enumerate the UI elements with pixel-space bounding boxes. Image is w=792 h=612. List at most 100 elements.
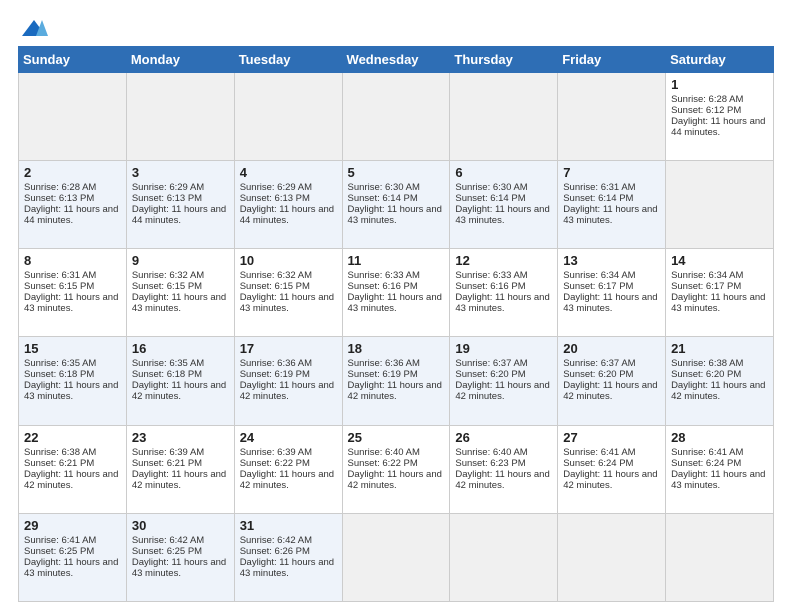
empty-cell	[558, 513, 666, 601]
day-number: 29	[24, 518, 121, 533]
day-number: 6	[455, 165, 552, 180]
daylight-info: Daylight: 11 hours and 43 minutes.	[240, 292, 334, 314]
day-number: 17	[240, 341, 337, 356]
calendar-day-18: 18Sunrise: 6:36 AMSunset: 6:19 PMDayligh…	[342, 337, 450, 425]
sunset-info: Sunset: 6:15 PM	[132, 281, 202, 292]
calendar-day-28: 28Sunrise: 6:41 AMSunset: 6:24 PMDayligh…	[666, 425, 774, 513]
calendar-header-row: SundayMondayTuesdayWednesdayThursdayFrid…	[19, 47, 774, 73]
day-number: 16	[132, 341, 229, 356]
calendar-day-20: 20Sunrise: 6:37 AMSunset: 6:20 PMDayligh…	[558, 337, 666, 425]
daylight-info: Daylight: 11 hours and 42 minutes.	[24, 469, 118, 491]
calendar-day-11: 11 Sunrise: 6:33 AMSunset: 6:16 PMDayligh…	[342, 249, 450, 337]
daylight-info: Daylight: 11 hours and 43 minutes.	[132, 292, 226, 314]
daylight-info: Daylight: 11 hours and 42 minutes.	[563, 469, 657, 491]
calendar-table: SundayMondayTuesdayWednesdayThursdayFrid…	[18, 46, 774, 602]
day-number: 7	[563, 165, 660, 180]
sunset-info: Sunset: 6:18 PM	[24, 369, 94, 380]
daylight-info: Daylight: 11 hours and 42 minutes.	[455, 469, 549, 491]
day-number: 20	[563, 341, 660, 356]
sunrise-label: Sunrise: 6:28 AM	[671, 94, 743, 105]
day-number: 28	[671, 430, 768, 445]
day-number: 11	[348, 253, 445, 268]
sunrise-info: Sunrise: 6:31 AM	[24, 270, 96, 281]
calendar-day-19: 19Sunrise: 6:37 AMSunset: 6:20 PMDayligh…	[450, 337, 558, 425]
daylight-info: Daylight: 11 hours and 43 minutes.	[455, 292, 549, 314]
empty-cell	[342, 513, 450, 601]
calendar-week-3: 8Sunrise: 6:31 AMSunset: 6:15 PMDaylight…	[19, 249, 774, 337]
sunrise-info: Sunrise: 6:35 AM	[132, 358, 204, 369]
sunset-info: Sunset: 6:15 PM	[240, 281, 310, 292]
day-number: 1	[671, 77, 768, 92]
calendar-day-4: 4Sunrise: 6:29 AMSunset: 6:13 PMDaylight…	[234, 161, 342, 249]
sunrise-info: Sunrise: 6:29 AM	[132, 182, 204, 193]
sunrise-info: Sunrise: 6:30 AM	[455, 182, 527, 193]
daylight-info: Daylight: 11 hours and 43 minutes.	[348, 204, 442, 226]
daylight-info: Daylight: 11 hours and 43 minutes.	[348, 292, 442, 314]
sunset-label: Sunset: 6:12 PM	[671, 105, 741, 116]
sunset-info: Sunset: 6:14 PM	[348, 193, 418, 204]
sunrise-info: Sunrise: 6:38 AM	[671, 358, 743, 369]
sunrise-info: Sunrise: 6:37 AM	[563, 358, 635, 369]
sunset-info: Sunset: 6:16 PM	[348, 281, 418, 292]
day-number: 25	[348, 430, 445, 445]
sunrise-info: Sunrise: 6:35 AM	[24, 358, 96, 369]
empty-cell	[234, 73, 342, 161]
daylight-info: Daylight: 11 hours and 42 minutes.	[563, 380, 657, 402]
sunrise-info: Sunrise: 6:30 AM	[348, 182, 420, 193]
sunrise-info: Sunrise: 6:41 AM	[563, 447, 635, 458]
sunrise-info: Sunrise: 6:33 AM	[348, 270, 420, 281]
sunset-info: Sunset: 6:21 PM	[24, 458, 94, 469]
daylight-info: Daylight: 11 hours and 44 minutes.	[24, 204, 118, 226]
sunrise-info: Sunrise: 6:39 AM	[240, 447, 312, 458]
sunset-info: Sunset: 6:20 PM	[455, 369, 525, 380]
day-header-sunday: Sunday	[19, 47, 127, 73]
sunset-info: Sunset: 6:23 PM	[455, 458, 525, 469]
sunset-info: Sunset: 6:26 PM	[240, 546, 310, 557]
calendar-week-4: 15Sunrise: 6:35 AMSunset: 6:18 PMDayligh…	[19, 337, 774, 425]
sunset-info: Sunset: 6:17 PM	[563, 281, 633, 292]
day-number: 26	[455, 430, 552, 445]
page: SundayMondayTuesdayWednesdayThursdayFrid…	[0, 0, 792, 612]
day-number: 15	[24, 341, 121, 356]
empty-cell	[558, 73, 666, 161]
daylight-info: Daylight: 11 hours and 43 minutes.	[455, 204, 549, 226]
calendar-day-15: 15Sunrise: 6:35 AMSunset: 6:18 PMDayligh…	[19, 337, 127, 425]
day-header-friday: Friday	[558, 47, 666, 73]
day-number: 21	[671, 341, 768, 356]
daylight-info: Daylight: 11 hours and 42 minutes.	[455, 380, 549, 402]
daylight-info: Daylight: 11 hours and 43 minutes.	[671, 292, 765, 314]
calendar-week-5: 22Sunrise: 6:38 AMSunset: 6:21 PMDayligh…	[19, 425, 774, 513]
daylight-info: Daylight: 11 hours and 43 minutes.	[563, 292, 657, 314]
day-number: 13	[563, 253, 660, 268]
daylight-info: Daylight: 11 hours and 42 minutes.	[240, 469, 334, 491]
day-number: 24	[240, 430, 337, 445]
calendar-day-30: 30Sunrise: 6:42 AMSunset: 6:25 PMDayligh…	[126, 513, 234, 601]
day-header-monday: Monday	[126, 47, 234, 73]
sunrise-info: Sunrise: 6:31 AM	[563, 182, 635, 193]
day-header-thursday: Thursday	[450, 47, 558, 73]
day-number: 27	[563, 430, 660, 445]
daylight-info: Daylight: 11 hours and 44 minutes.	[132, 204, 226, 226]
calendar-day-23: 23Sunrise: 6:39 AMSunset: 6:21 PMDayligh…	[126, 425, 234, 513]
sunset-info: Sunset: 6:22 PM	[240, 458, 310, 469]
sunrise-info: Sunrise: 6:34 AM	[671, 270, 743, 281]
daylight-info: Daylight: 11 hours and 42 minutes.	[240, 380, 334, 402]
sunrise-info: Sunrise: 6:41 AM	[24, 535, 96, 546]
daylight-info: Daylight: 11 hours and 42 minutes.	[132, 380, 226, 402]
sunset-info: Sunset: 6:18 PM	[132, 369, 202, 380]
sunrise-info: Sunrise: 6:41 AM	[671, 447, 743, 458]
day-number: 23	[132, 430, 229, 445]
sunset-info: Sunset: 6:13 PM	[24, 193, 94, 204]
sunset-info: Sunset: 6:14 PM	[455, 193, 525, 204]
sunrise-info: Sunrise: 6:29 AM	[240, 182, 312, 193]
sunrise-info: Sunrise: 6:28 AM	[24, 182, 96, 193]
day-number: 18	[348, 341, 445, 356]
sunset-info: Sunset: 6:13 PM	[132, 193, 202, 204]
sunrise-info: Sunrise: 6:36 AM	[348, 358, 420, 369]
sunrise-info: Sunrise: 6:42 AM	[240, 535, 312, 546]
sunset-info: Sunset: 6:24 PM	[563, 458, 633, 469]
empty-cell	[666, 161, 774, 249]
calendar-day-24: 24 Sunrise: 6:39 AMSunset: 6:22 PMDayligh…	[234, 425, 342, 513]
day-number: 2	[24, 165, 121, 180]
empty-cell	[342, 73, 450, 161]
